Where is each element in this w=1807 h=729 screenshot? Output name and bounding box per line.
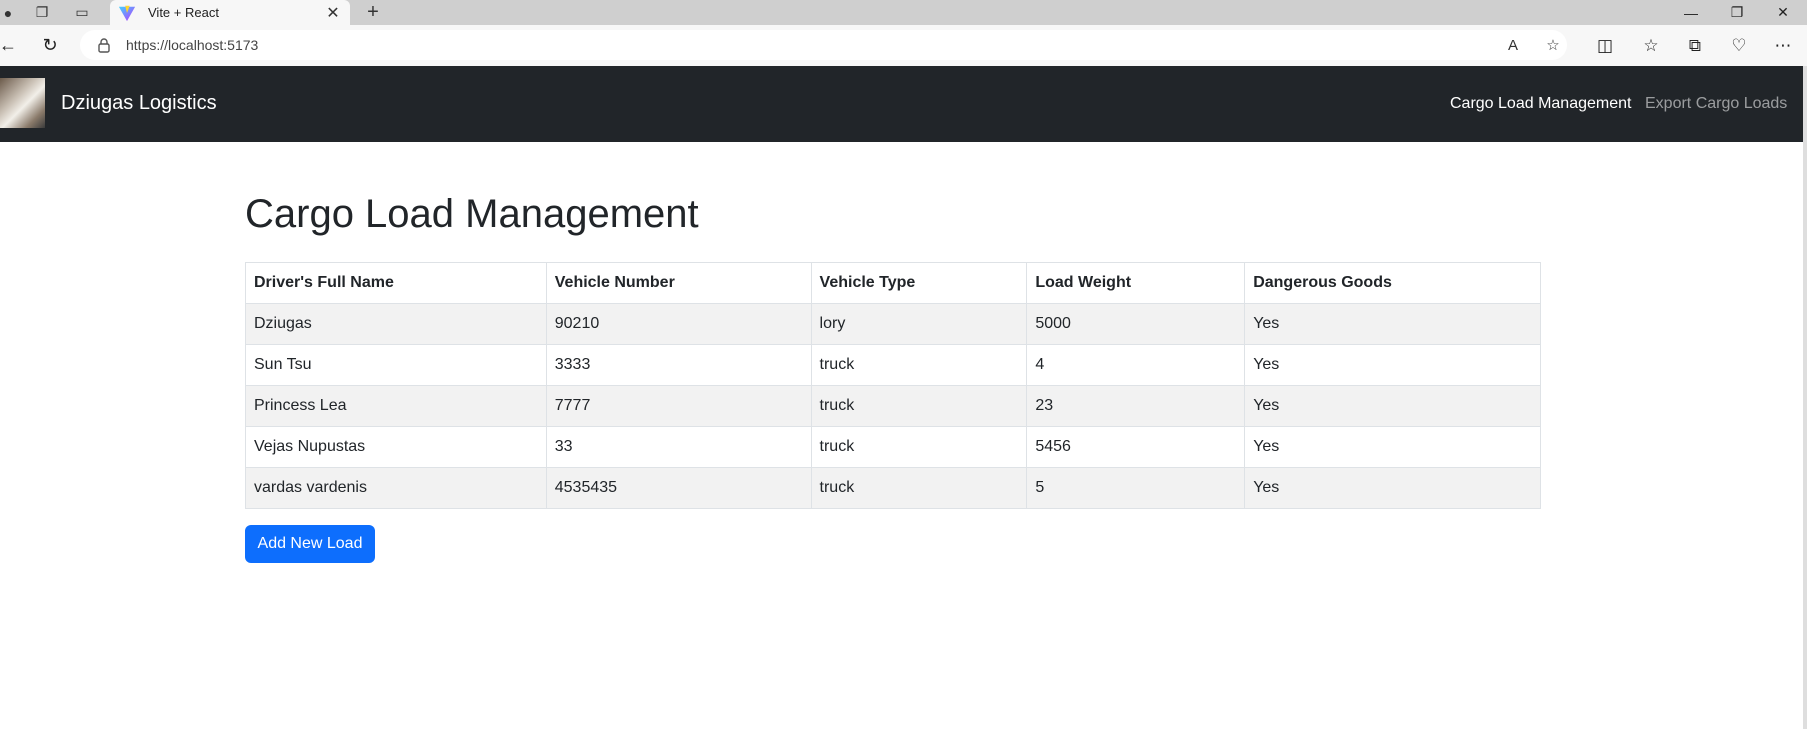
column-header-load-weight: Load Weight [1026,262,1246,304]
column-header-dangerous-goods: Dangerous Goods [1244,262,1541,304]
split-screen-icon[interactable]: ◫ [1587,25,1623,66]
cell-vehicle-number: 33 [545,426,812,468]
cell-vehicle-type: truck [810,385,1028,427]
cargo-loads-table: Driver's Full Name Vehicle Number Vehicl… [245,262,1541,509]
cell-driver: vardas vardenis [245,467,547,509]
more-menu-icon[interactable]: ⋯ [1765,25,1801,66]
column-header-driver: Driver's Full Name [245,262,547,304]
tab-title: Vite + React [148,5,219,20]
table-row: Dziugas 90210 lory 5000 Yes [245,303,1541,345]
profile-icon[interactable]: ● [0,0,22,25]
cell-load-weight: 5000 [1026,303,1246,345]
cell-vehicle-type: truck [810,426,1028,468]
app-navbar: Dziugas Logistics Cargo Load Management … [0,66,1803,142]
table-row: Princess Lea 7777 truck 23 Yes [245,385,1541,427]
close-window-icon[interactable]: ✕ [1760,0,1806,25]
workspaces-icon[interactable]: ❐ [28,0,56,25]
cell-load-weight: 23 [1026,385,1246,427]
favorite-star-icon[interactable]: ☆ [1538,30,1568,60]
page-title: Cargo Load Management [245,192,699,236]
cell-vehicle-number: 7777 [545,385,812,427]
cell-dangerous-goods: Yes [1244,303,1541,345]
add-new-load-button[interactable]: Add New Load [245,525,375,563]
cell-dangerous-goods: Yes [1244,344,1541,386]
cell-load-weight: 5 [1026,467,1246,509]
url-input[interactable]: https://localhost:5173 [80,30,1567,60]
table-header-row: Driver's Full Name Vehicle Number Vehicl… [245,262,1541,304]
new-tab-icon[interactable]: + [360,0,386,25]
page-scrollbar[interactable] [1803,66,1807,729]
read-aloud-icon[interactable]: A [1498,30,1528,60]
cell-dangerous-goods: Yes [1244,385,1541,427]
tab-actions-icon[interactable]: ▭ [68,0,96,25]
browser-address-bar: ← ↻ https://localhost:5173 A ☆ ◫ ☆ ⧉ ♡ ⋯ [0,25,1807,66]
table-row: Sun Tsu 3333 truck 4 Yes [245,344,1541,386]
cell-vehicle-type: truck [810,344,1028,386]
minimize-icon[interactable]: — [1668,0,1714,25]
vite-logo-icon [118,5,136,21]
cell-load-weight: 5456 [1026,426,1246,468]
extensions-icon[interactable]: ♡ [1721,25,1757,66]
brand-logo-image[interactable] [0,78,45,128]
browser-tab-strip: ● ❐ ▭ Vite + React ✕ + — ❐ ✕ [0,0,1807,25]
cell-dangerous-goods: Yes [1244,426,1541,468]
back-icon[interactable]: ← [0,25,26,66]
browser-tab[interactable]: Vite + React ✕ [110,0,350,25]
cell-driver: Dziugas [245,303,547,345]
url-text: https://localhost:5173 [126,37,259,53]
refresh-icon[interactable]: ↻ [32,25,68,66]
nav-link-cargo-load-management[interactable]: Cargo Load Management [1450,95,1631,113]
restore-icon[interactable]: ❐ [1714,0,1760,25]
cell-dangerous-goods: Yes [1244,467,1541,509]
column-header-vehicle-type: Vehicle Type [810,262,1028,304]
cell-driver: Vejas Nupustas [245,426,547,468]
cell-driver: Princess Lea [245,385,547,427]
cell-driver: Sun Tsu [245,344,547,386]
lock-icon [98,38,110,53]
cell-vehicle-number: 90210 [545,303,812,345]
table-row: vardas vardenis 4535435 truck 5 Yes [245,467,1541,509]
nav-link-export-cargo-loads[interactable]: Export Cargo Loads [1645,95,1787,113]
cell-vehicle-number: 4535435 [545,467,812,509]
brand-name[interactable]: Dziugas Logistics [61,92,217,115]
cell-vehicle-type: lory [810,303,1028,345]
cell-vehicle-type: truck [810,467,1028,509]
collections-icon[interactable]: ⧉ [1677,25,1713,66]
favorites-icon[interactable]: ☆ [1633,25,1669,66]
cell-vehicle-number: 3333 [545,344,812,386]
cell-load-weight: 4 [1026,344,1246,386]
close-tab-icon[interactable]: ✕ [324,3,342,23]
table-row: Vejas Nupustas 33 truck 5456 Yes [245,426,1541,468]
column-header-vehicle-number: Vehicle Number [545,262,812,304]
